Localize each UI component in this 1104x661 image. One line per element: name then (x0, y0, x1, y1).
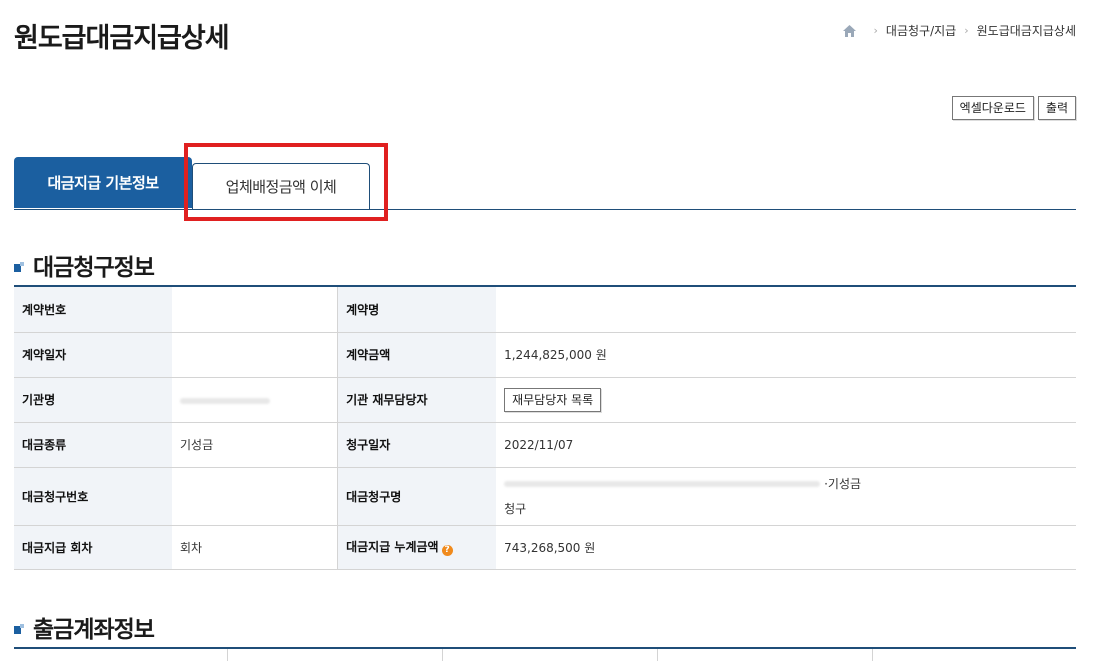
toolbar: 엑셀다운로드 출력 (951, 96, 1076, 120)
contract-date-value (172, 332, 338, 378)
claim-date-value: 2022/11/07 (496, 422, 1076, 468)
contract-date-label: 계약일자 (14, 332, 172, 378)
contract-amount-value: 1,244,825,000 원 (496, 332, 1076, 378)
finance-manager-value: 재무담당자 목록 (496, 377, 1076, 423)
tab-bar: 대금지급 기본정보 업체배정금액 이체 (14, 157, 1076, 210)
breadcrumb-item-current: 원도급대금지급상세 (976, 24, 1076, 38)
contract-name-value (496, 286, 1076, 333)
tab-transfer[interactable]: 업체배정금액 이체 (192, 163, 370, 209)
finance-manager-list-button[interactable]: 재무담당자 목록 (504, 387, 602, 412)
table-row: 대금지급 회차 회차 대금지급 누계금액? 743,268,500 원 (14, 525, 1076, 570)
table-row: 기관명 기관 재무담당자 재무담당자 목록 (14, 377, 1076, 423)
contract-no-value (172, 286, 338, 333)
breadcrumb: › 대금청구/지급 › 원도급대금지급상세 (842, 22, 1076, 39)
round-value: 회차 (172, 525, 338, 570)
chevron-right-icon: › (964, 24, 969, 37)
section-title-text: 출금계좌정보 (33, 617, 155, 643)
section-title-account: 출금계좌정보 (14, 610, 155, 644)
agency-value (172, 377, 338, 423)
cumulative-value: 743,268,500 원 (496, 525, 1076, 570)
claim-name-line1: ·기성금 (824, 477, 862, 491)
chevron-right-icon: › (873, 24, 878, 37)
table-row (14, 648, 1076, 661)
breadcrumb-item-claim[interactable]: 대금청구/지급 (886, 22, 956, 39)
contract-name-label: 계약명 (337, 286, 497, 333)
claim-date-label: 청구일자 (337, 422, 497, 468)
contract-amount-label: 계약금액 (337, 332, 497, 378)
section-title-claim: 대금청구정보 (14, 248, 155, 282)
payment-type-value: 기성금 (172, 422, 338, 468)
finance-manager-label: 기관 재무담당자 (337, 377, 497, 423)
help-icon[interactable]: ? (441, 545, 453, 556)
contract-no-label: 계약번호 (14, 286, 172, 333)
round-label: 대금지급 회차 (14, 525, 172, 570)
home-icon[interactable] (842, 24, 856, 37)
table-row: 대금종류 기성금 청구일자 2022/11/07 (14, 422, 1076, 468)
claim-name-label: 대금청구명 (337, 467, 497, 526)
section-bullet-icon (14, 623, 25, 635)
claim-no-label: 대금청구번호 (14, 467, 172, 526)
agency-label: 기관명 (14, 377, 172, 423)
claim-info-table: 계약번호 계약명 계약일자 계약금액 1,244,825,000 원 기관명 기… (14, 285, 1076, 570)
table-row: 대금청구번호 대금청구명 ·기성금 청구 (14, 467, 1076, 526)
excel-download-button[interactable]: 엑셀다운로드 (951, 96, 1034, 120)
payment-type-label: 대금종류 (14, 422, 172, 468)
section-title-text: 대금청구정보 (33, 255, 155, 281)
page-title: 원도급대금지급상세 (14, 23, 230, 54)
table-row: 계약번호 계약명 (14, 286, 1076, 333)
account-info-table (14, 647, 1076, 661)
tab-basic-info[interactable]: 대금지급 기본정보 (14, 157, 192, 208)
claim-name-value: ·기성금 청구 (496, 467, 1076, 526)
section-bullet-icon (14, 261, 25, 273)
print-button[interactable]: 출력 (1037, 96, 1076, 120)
claim-name-line2: 청구 (504, 502, 527, 516)
claim-no-value (172, 467, 338, 526)
table-row: 계약일자 계약금액 1,244,825,000 원 (14, 332, 1076, 378)
cumulative-label: 대금지급 누계금액? (337, 525, 497, 570)
